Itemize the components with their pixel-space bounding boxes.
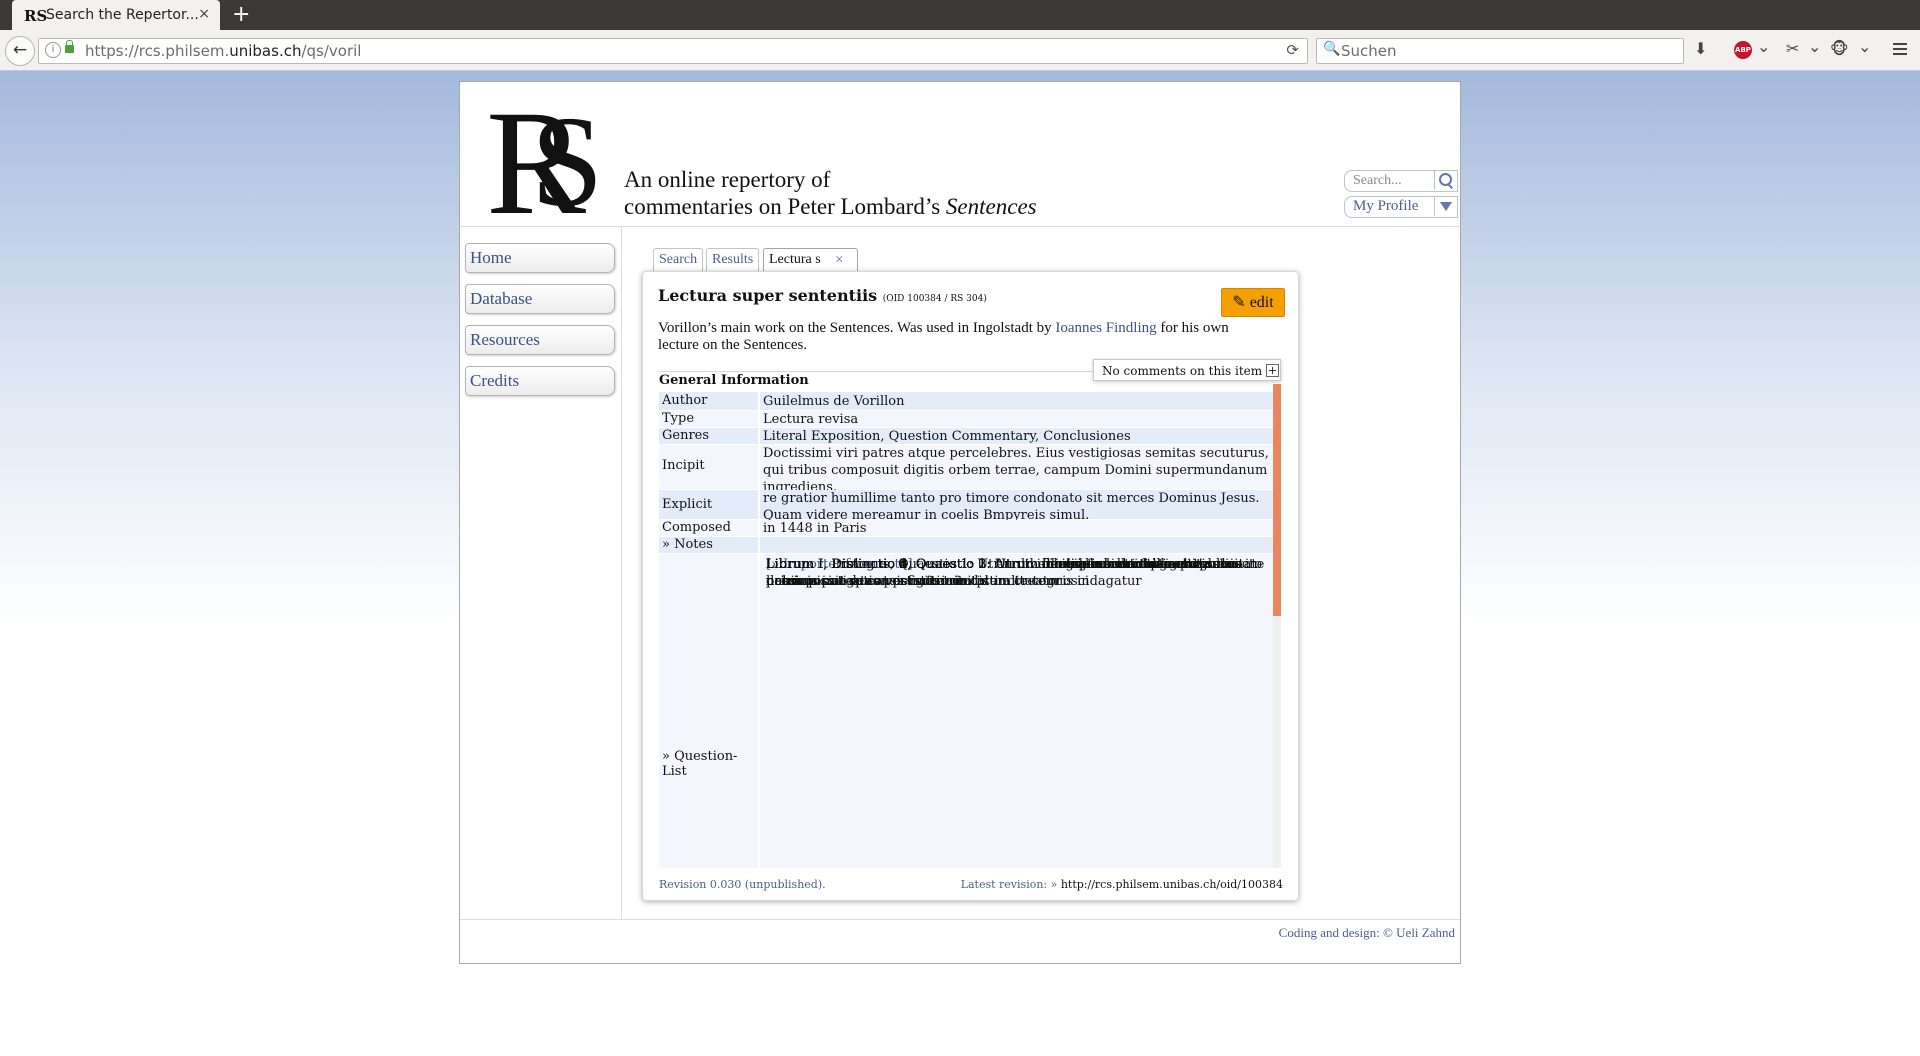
plus-icon[interactable]: +: [1266, 364, 1279, 377]
comments-button[interactable]: No comments on this item +: [1093, 359, 1281, 381]
search-icon[interactable]: [1434, 170, 1456, 190]
url-bar[interactable]: i https://rcs.philsem.unibas.ch/qs/voril…: [38, 38, 1308, 64]
rs-logo-icon[interactable]: R S: [486, 85, 606, 220]
download-icon[interactable]: ⬇: [1694, 39, 1707, 58]
table-row: Author Guilelmus de Vorillon: [659, 392, 1273, 410]
chevron-down-icon[interactable]: ⌄: [1757, 37, 1770, 56]
nav-credits[interactable]: Credits: [465, 366, 615, 396]
sidebar-divider: [621, 227, 622, 919]
field-label: Composed: [662, 520, 731, 535]
site-tagline: An online repertory of commentaries on P…: [624, 167, 1037, 219]
menu-icon[interactable]: [1893, 43, 1907, 58]
explicit-value: re gratior humillime tanto pro timore co…: [763, 491, 1260, 523]
nav-home[interactable]: Home: [465, 243, 615, 273]
genres-value: Literal Exposition, Question Commentary,…: [763, 429, 1131, 444]
nav-resources[interactable]: Resources: [465, 325, 615, 355]
browser-tab[interactable]: RS Search the Repertor... ×: [12, 0, 220, 30]
field-label: Type: [662, 411, 695, 426]
browser-search-input[interactable]: 🔍 Suchen: [1316, 38, 1684, 64]
incipit-value: Doctissimi viri patres atque percelebres…: [763, 446, 1269, 495]
table-row: Incipit Doctissimi viri patres atque per…: [659, 445, 1273, 495]
url-text[interactable]: https://rcs.philsem.unibas.ch/qs/voril: [85, 42, 361, 60]
site-favicon-icon: RS: [24, 7, 48, 25]
table-row: Type Lectura revisa: [659, 411, 1273, 427]
chevron-down-icon[interactable]: ⌄: [1858, 37, 1871, 56]
browser-toolbar: ← i https://rcs.philsem.unibas.ch/qs/vor…: [0, 30, 1920, 71]
field-label: Incipit: [662, 458, 705, 473]
lock-icon: [65, 40, 74, 53]
table-row: Composed in 1448 in Paris: [659, 520, 1273, 536]
table-row: Genres Literal Exposition, Question Comm…: [659, 428, 1273, 444]
question-list-toggle[interactable]: » Question-List: [662, 749, 758, 779]
tab-close-icon[interactable]: ×: [198, 6, 210, 22]
field-label: Explicit: [662, 497, 713, 512]
latest-revision-link[interactable]: http://rcs.philsem.unibas.ch/oid/100384: [1061, 878, 1283, 891]
revision-info: Revision 0.030 (unpublished).: [659, 878, 826, 891]
info-icon[interactable]: i: [45, 42, 61, 58]
info-table: Author Guilelmus de Vorillon Type Lectur…: [659, 392, 1273, 868]
browser-search-placeholder: Suchen: [1341, 42, 1397, 60]
scrollbar-thumb[interactable]: [1273, 384, 1281, 616]
monkey-icon[interactable]: 🐵: [1830, 39, 1849, 58]
record-description: Vorillon’s main work on the Sentences. W…: [658, 320, 1229, 353]
tab-results[interactable]: Results: [706, 248, 760, 271]
svg-text:S: S: [531, 90, 603, 220]
browser-tab-title: Search the Repertor...: [46, 7, 199, 23]
findling-link[interactable]: Ioannes Findling: [1055, 320, 1156, 336]
nav-database[interactable]: Database: [465, 284, 615, 314]
back-button[interactable]: ←: [5, 36, 35, 66]
record-oid: (OID 100384 / RS 304): [882, 294, 987, 304]
adblock-icon[interactable]: ABP: [1734, 41, 1752, 59]
chevron-down-icon[interactable]: ⌄: [1808, 37, 1821, 56]
field-label: Author: [662, 393, 708, 408]
notes-toggle[interactable]: » Notes: [662, 537, 713, 552]
search-icon: 🔍: [1323, 41, 1341, 57]
field-label: Genres: [662, 428, 710, 443]
type-value: Lectura revisa: [763, 412, 859, 427]
composed-value: in 1448 in Paris: [763, 521, 867, 536]
record-title: Lectura super sententiis (OID 100384 / R…: [658, 286, 987, 305]
browser-tab-bar: RS Search the Repertor... × +: [0, 0, 1920, 30]
close-tab-icon[interactable]: ×: [835, 249, 843, 271]
author-value: Guilelmus de Vorillon: [763, 394, 905, 409]
latest-revision: Latest revision: » http://rcs.philsem.un…: [960, 878, 1283, 891]
footer-credit: Coding and design: © Ueli Zahnd: [1278, 925, 1455, 940]
reload-icon[interactable]: ⟳: [1286, 41, 1299, 59]
tab-lectura[interactable]: Lectura s ×: [763, 248, 858, 271]
chevron-down-icon[interactable]: [1434, 196, 1456, 216]
extension-icon[interactable]: ✂: [1786, 39, 1799, 58]
table-row: » Question-List [» Importet from scta] L…: [659, 554, 1273, 868]
list-item: Librum I, Distinctio 6, Quaestio 1: An d…: [766, 557, 1244, 572]
new-tab-icon[interactable]: +: [232, 2, 250, 27]
tab-search[interactable]: Search: [653, 248, 704, 271]
footer-divider: [460, 919, 1460, 920]
header-divider: [460, 226, 1460, 227]
edit-button[interactable]: ✎ edit: [1221, 288, 1285, 317]
table-row[interactable]: » Notes: [659, 537, 1273, 553]
table-row: Explicit re gratior humillime tanto pro …: [659, 490, 1273, 523]
